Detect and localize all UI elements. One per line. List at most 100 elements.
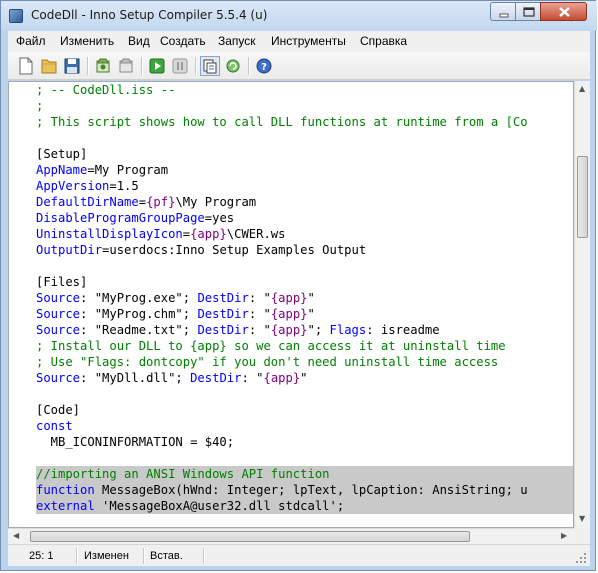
horizontal-scrollbar[interactable]: ◀ ▶ bbox=[8, 528, 574, 544]
code-line[interactable]: [Setup] bbox=[36, 146, 87, 162]
code-token: =1.5 bbox=[109, 179, 139, 193]
compile-button[interactable] bbox=[93, 56, 113, 76]
code-line[interactable]: DisableProgramGroupPage=yes bbox=[36, 210, 234, 226]
code-token: //importing an ANSI Windows API function bbox=[36, 467, 330, 481]
code-token: =userdocs:Inno Setup Examples Output bbox=[102, 243, 367, 257]
scroll-up-arrow-icon[interactable]: ▲ bbox=[579, 84, 585, 93]
code-token: ; Use "Flags: dontcopy" if you don't nee… bbox=[36, 355, 499, 369]
menu-tools[interactable]: Инструменты bbox=[271, 34, 346, 48]
save-button[interactable] bbox=[62, 56, 82, 76]
code-line[interactable]: AppVersion=1.5 bbox=[36, 178, 139, 194]
code-line[interactable]: AppName=My Program bbox=[36, 162, 168, 178]
open-folder-icon bbox=[41, 59, 57, 74]
new-file-button[interactable] bbox=[16, 56, 36, 76]
close-button[interactable] bbox=[540, 2, 587, 21]
status-bar: 25: 1 Изменен Встав. bbox=[8, 544, 590, 566]
code-line[interactable]: //importing an ANSI Windows API function bbox=[36, 466, 330, 482]
code-line[interactable]: [Files] bbox=[36, 274, 87, 290]
help-icon: ? bbox=[256, 58, 272, 74]
code-token: {app} bbox=[270, 307, 308, 321]
code-token: [Setup] bbox=[36, 147, 88, 161]
code-token: [Files] bbox=[36, 275, 88, 289]
help-button[interactable]: ? bbox=[254, 56, 274, 76]
code-token: : " bbox=[248, 323, 271, 337]
code-token: Source bbox=[36, 307, 81, 321]
code-token: ; -- CodeDll.iss -- bbox=[36, 83, 176, 97]
code-line[interactable]: OutputDir=userdocs:Inno Setup Examples O… bbox=[36, 242, 366, 258]
minimize-button[interactable] bbox=[490, 2, 516, 21]
target-button[interactable] bbox=[200, 56, 220, 76]
pause-button[interactable] bbox=[170, 56, 190, 76]
menu-file[interactable]: Файл bbox=[16, 34, 46, 48]
menu-bar: Файл Изменить Вид Создать Запуск Инструм… bbox=[8, 31, 590, 52]
code-token: " bbox=[307, 291, 315, 305]
code-token: DestDir bbox=[190, 371, 242, 385]
code-token: DestDir bbox=[197, 307, 249, 321]
insert-mode-status: Встав. bbox=[150, 550, 183, 562]
menu-help[interactable]: Справка bbox=[360, 34, 407, 48]
menu-edit[interactable]: Изменить bbox=[60, 34, 114, 48]
status-separator bbox=[76, 548, 78, 564]
code-line[interactable]: Source: "MyProg.exe"; DestDir: "{app}" bbox=[36, 290, 315, 306]
target-icon bbox=[203, 59, 217, 74]
code-editor[interactable]: ; -- CodeDll.iss --; ; This script shows … bbox=[8, 81, 574, 528]
scroll-right-arrow-icon[interactable]: ▶ bbox=[561, 531, 567, 540]
open-button[interactable] bbox=[39, 56, 59, 76]
code-line[interactable]: Source: "MyDll.dll"; DestDir: "{app}" bbox=[36, 370, 308, 386]
status-separator bbox=[143, 548, 145, 564]
code-line[interactable]: Source: "MyProg.chm"; DestDir: "{app}" bbox=[36, 306, 315, 322]
toolbar-separator bbox=[141, 57, 143, 75]
code-line[interactable]: ; This script shows how to call DLL func… bbox=[36, 114, 528, 130]
code-token: 'MessageBoxA@user32.dll stdcall'; bbox=[94, 499, 345, 513]
code-line[interactable]: Source: "Readme.txt"; DestDir: "{app}"; … bbox=[36, 322, 440, 338]
code-line[interactable]: UninstallDisplayIcon={app}\CWER.ws bbox=[36, 226, 285, 242]
code-token: {app} bbox=[190, 227, 227, 241]
code-token: DestDir bbox=[197, 323, 249, 337]
pause-icon bbox=[172, 58, 188, 74]
horizontal-scroll-thumb[interactable] bbox=[30, 531, 470, 542]
title-bar[interactable]: CodeDll - Inno Setup Compiler 5.5.4 (u) bbox=[1, 1, 597, 31]
code-line[interactable]: [Code] bbox=[36, 402, 80, 418]
app-icon[interactable] bbox=[9, 9, 23, 23]
new-file-icon bbox=[19, 57, 33, 75]
vertical-scrollbar[interactable]: ▲ ▼ bbox=[574, 81, 590, 528]
code-line[interactable]: DefaultDirName={pf}\My Program bbox=[36, 194, 256, 210]
code-line[interactable]: function MessageBox(hWnd: Integer; lpTex… bbox=[36, 482, 528, 498]
toolbar-separator bbox=[195, 57, 197, 75]
code-token: : isreadme bbox=[366, 323, 440, 337]
vertical-scroll-thumb[interactable] bbox=[577, 156, 588, 238]
code-token: Source bbox=[36, 371, 81, 385]
compile-icon bbox=[96, 58, 110, 73]
code-line[interactable]: external 'MessageBoxA@user32.dll stdcall… bbox=[36, 498, 344, 514]
uninstall-icon bbox=[226, 59, 240, 73]
scroll-left-arrow-icon[interactable]: ◀ bbox=[13, 531, 19, 540]
code-token: ; This script shows how to call DLL func… bbox=[36, 115, 528, 129]
stop-compile-button[interactable] bbox=[116, 56, 136, 76]
menu-run[interactable]: Запуск bbox=[218, 34, 256, 48]
code-line[interactable]: ; Use "Flags: dontcopy" if you don't nee… bbox=[36, 354, 498, 370]
code-token: [Code] bbox=[36, 403, 81, 417]
cursor-position: 25: 1 bbox=[29, 550, 54, 562]
uninstall-button[interactable] bbox=[223, 56, 243, 76]
code-token: : "MyProg.exe"; bbox=[80, 291, 198, 305]
maximize-button[interactable] bbox=[515, 2, 541, 21]
code-token: MB_ICONINFORMATION = $40; bbox=[36, 435, 235, 449]
code-token: const bbox=[36, 419, 73, 433]
resize-grip-icon[interactable] bbox=[575, 552, 587, 564]
code-line[interactable]: ; bbox=[36, 98, 43, 114]
run-icon bbox=[149, 58, 165, 74]
code-line[interactable]: MB_ICONINFORMATION = $40; bbox=[36, 434, 234, 450]
menu-view[interactable]: Вид bbox=[128, 34, 150, 48]
menu-build[interactable]: Создать bbox=[160, 34, 206, 48]
run-button[interactable] bbox=[147, 56, 167, 76]
code-token: DefaultDirName bbox=[36, 195, 139, 209]
status-separator bbox=[203, 548, 205, 564]
code-line[interactable]: const bbox=[36, 418, 73, 434]
code-token: {app} bbox=[263, 371, 301, 385]
scroll-down-arrow-icon[interactable]: ▼ bbox=[579, 514, 585, 523]
code-token: UninstallDisplayIcon bbox=[36, 227, 183, 241]
code-line[interactable]: ; -- CodeDll.iss -- bbox=[36, 82, 175, 98]
modified-status: Изменен bbox=[84, 550, 129, 562]
code-line[interactable]: ; Install our DLL to {app} so we can acc… bbox=[36, 338, 506, 354]
code-token: : " bbox=[248, 291, 271, 305]
